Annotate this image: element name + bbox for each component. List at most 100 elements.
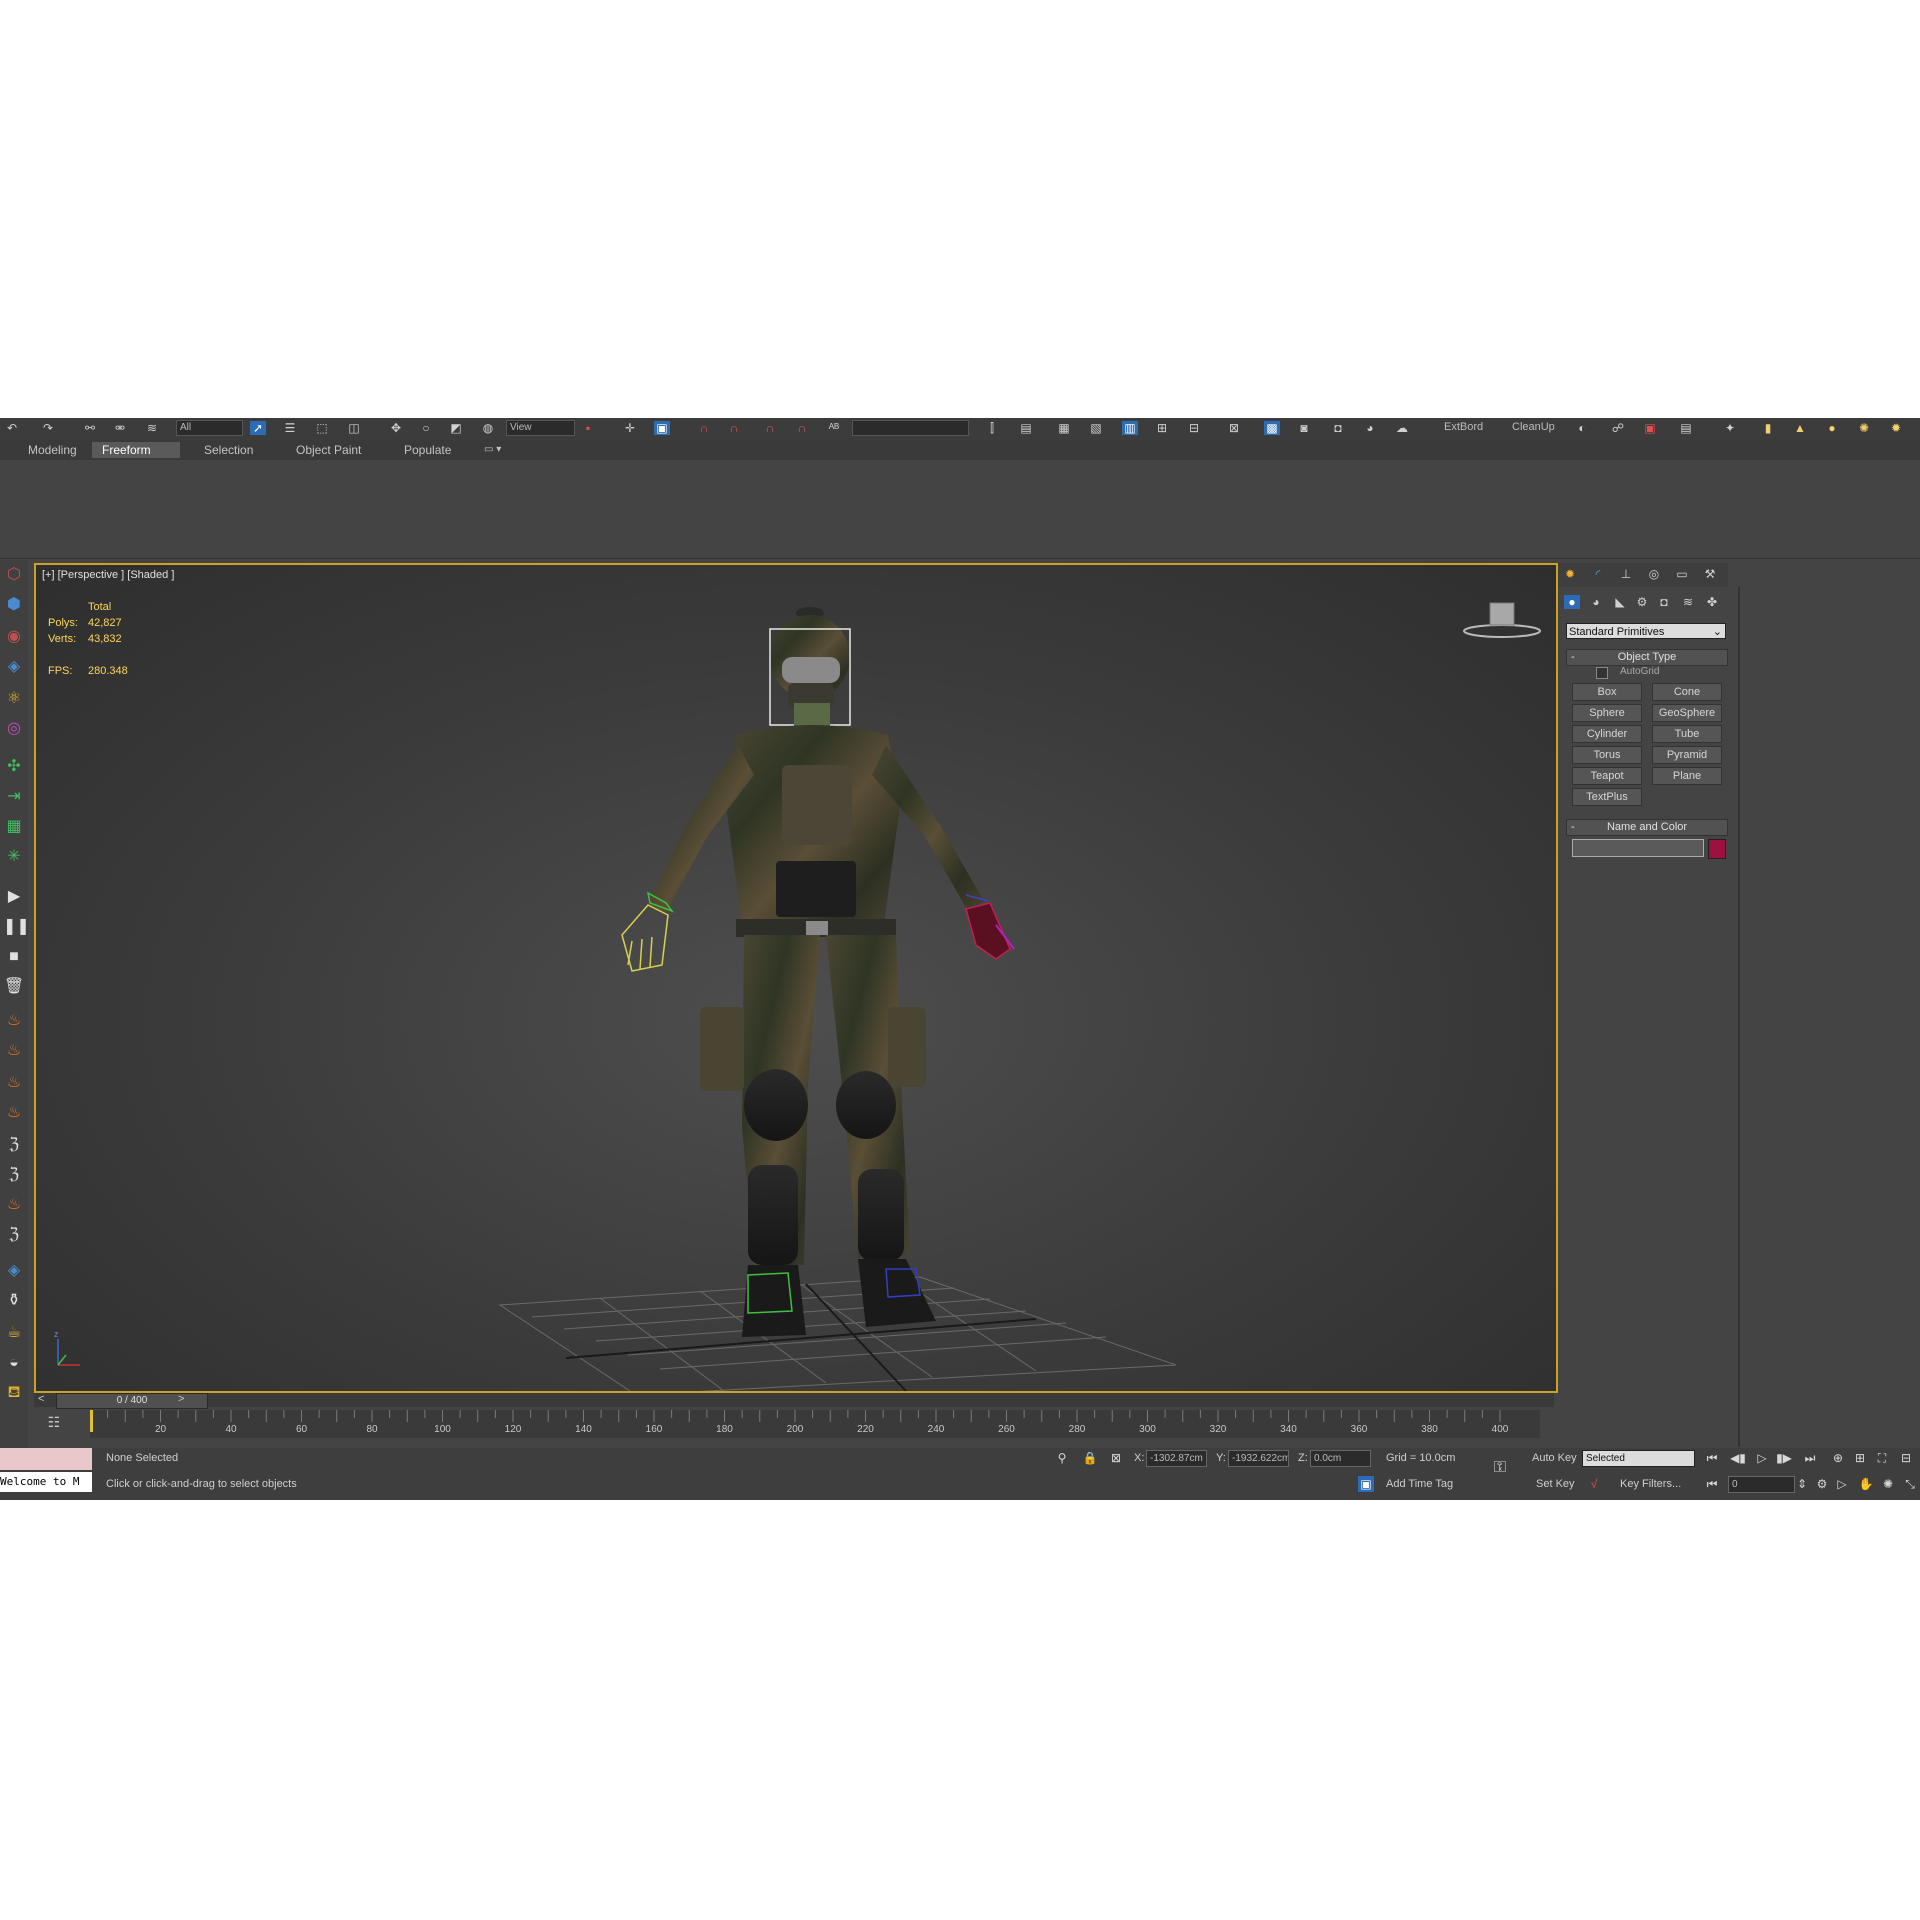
rectangular-selection-icon[interactable]: ⬚ — [314, 421, 330, 435]
maxscript-mini-listener[interactable]: Welcome to M — [0, 1472, 92, 1492]
tube-button[interactable]: Tube — [1652, 725, 1722, 743]
zoom-extents-icon[interactable]: ⛶ — [1874, 1450, 1890, 1466]
object-type-rollout-header[interactable]: - Object Type — [1566, 649, 1728, 666]
create-tab-icon[interactable]: ✹ — [1562, 567, 1578, 581]
select-by-name-icon[interactable]: ☰ — [282, 421, 298, 435]
helpers-icon[interactable]: ◘ — [1656, 595, 1672, 609]
plane-button[interactable]: Plane — [1652, 767, 1722, 785]
z-coord-field[interactable]: 0.0cm — [1310, 1450, 1371, 1467]
layer-explorer-icon[interactable]: ▦ — [1056, 421, 1072, 435]
arrow-right-icon[interactable]: ⇥ — [3, 786, 25, 808]
plugin-b-icon[interactable]: ☍ — [1610, 421, 1626, 435]
cleanup-label[interactable]: CleanUp — [1512, 421, 1555, 433]
teapot-button[interactable]: Teapot — [1572, 767, 1642, 785]
pyramid-button[interactable]: Pyramid — [1652, 746, 1722, 764]
bind-space-warp-icon[interactable]: ≋ — [144, 421, 160, 435]
fire-icon-5[interactable]: ♨ — [3, 1194, 25, 1216]
go-to-start-icon[interactable]: ⏮ — [1704, 1450, 1720, 1466]
ribbon-toggle-icon[interactable]: ▥ — [1122, 421, 1138, 435]
plugin-d-icon[interactable]: ▤ — [1678, 421, 1694, 435]
tab-freeform[interactable]: Freeform — [92, 442, 180, 458]
utilities-tab-icon[interactable]: ⚒ — [1702, 567, 1718, 581]
maxscript-listener-output[interactable] — [0, 1448, 92, 1470]
object-color-swatch[interactable] — [1708, 839, 1726, 859]
fire-icon-4[interactable]: ♨ — [3, 1102, 25, 1124]
zoom-icon[interactable]: ⊕ — [1830, 1450, 1846, 1466]
create-sphere-icon[interactable]: ◉ — [3, 626, 25, 648]
maximize-viewport-icon[interactable]: ⤡ — [1902, 1476, 1918, 1492]
time-configuration-icon[interactable]: ⚙ — [1814, 1476, 1830, 1492]
move-icon[interactable]: ✥ — [388, 421, 404, 435]
trash-icon[interactable]: 🗑 — [3, 976, 25, 998]
current-frame-field[interactable]: 0 — [1728, 1476, 1795, 1493]
geometry-icon[interactable]: ● — [1564, 595, 1580, 609]
key-mode-toggle-icon[interactable]: ⏮ — [1704, 1476, 1720, 1492]
render-production-icon[interactable]: ◘ — [1330, 421, 1346, 435]
plugin-i-icon[interactable]: ✺ — [1856, 421, 1872, 435]
set-key-button[interactable]: Set Key — [1536, 1478, 1575, 1490]
key-mode-dropdown[interactable]: Selected — [1582, 1450, 1695, 1467]
fire-icon-1[interactable]: ♨ — [3, 1010, 25, 1032]
redo-icon[interactable]: ↷ — [40, 421, 56, 435]
spinner-snap-icon[interactable]: ∩ — [794, 421, 810, 435]
selection-lock-icon[interactable]: 🔒 — [1082, 1450, 1098, 1466]
object-name-field[interactable] — [1572, 839, 1704, 857]
current-frame-marker[interactable] — [90, 1410, 93, 1432]
tab-populate[interactable]: Populate — [394, 442, 461, 458]
keyboard-shortcut-override-icon[interactable]: ▣ — [654, 421, 670, 435]
key-filters-button[interactable]: Key Filters... — [1620, 1478, 1681, 1490]
angle-snap-icon[interactable]: ∩ — [726, 421, 742, 435]
window-crossing-icon[interactable]: ◫ — [346, 421, 362, 435]
lights-icon[interactable]: ◣ — [1612, 595, 1628, 609]
add-time-tag[interactable]: Add Time Tag — [1386, 1478, 1453, 1490]
soldier-model[interactable] — [621, 607, 1015, 1337]
plugin-c-icon[interactable]: ▣ — [1642, 421, 1658, 435]
field-of-view-icon[interactable]: ▷ — [1834, 1476, 1850, 1492]
unlink-icon[interactable]: ⚮ — [112, 421, 128, 435]
select-manipulate-icon[interactable]: ✛ — [622, 421, 638, 435]
stop-icon[interactable]: ■ — [3, 946, 25, 968]
snaps-toggle-icon[interactable]: ∩ — [696, 421, 712, 435]
bowl-icon[interactable]: ◒ — [3, 1352, 25, 1374]
plugin-e-icon[interactable]: ✦ — [1722, 421, 1738, 435]
rendered-frame-window-icon[interactable]: ◙ — [1296, 421, 1312, 435]
pause-icon[interactable]: ❚❚ — [3, 916, 30, 938]
modify-tab-icon[interactable]: ◜ — [1590, 567, 1606, 581]
previous-frame-icon[interactable]: ◀▮ — [1730, 1450, 1746, 1466]
box-button[interactable]: Box — [1572, 683, 1642, 701]
key-tangent-icon[interactable]: √ — [1586, 1476, 1602, 1492]
plugin-f-icon[interactable]: ▮ — [1760, 421, 1776, 435]
cup-icon[interactable]: ☕ — [3, 1322, 25, 1344]
timeline-track[interactable]: 20 40 60 80 100 120 140 160 180 200 220 240 260 280 30… — [90, 1410, 1540, 1438]
smoke-icon-1[interactable]: ℨ — [3, 1134, 25, 1156]
curve-editor-icon[interactable]: ⊞ — [1154, 421, 1170, 435]
motion-tab-icon[interactable]: ◎ — [1646, 567, 1662, 581]
plugin-g-icon[interactable]: ▲ — [1792, 421, 1808, 435]
frame-spinner-icon[interactable]: ⇕ — [1794, 1476, 1810, 1492]
time-slider-thumb[interactable]: 0 / 400 — [56, 1393, 208, 1409]
absolute-mode-icon[interactable]: ⊠ — [1108, 1450, 1124, 1466]
liquid-icon[interactable]: ◈ — [3, 1260, 25, 1282]
ribbon-options-icon[interactable]: ▭ ▾ — [474, 442, 511, 458]
cylinder-button[interactable]: Cylinder — [1572, 725, 1642, 743]
reference-coordinate-dropdown[interactable]: View — [506, 420, 575, 436]
select-object-icon[interactable]: ➚ — [250, 421, 266, 435]
torus-button[interactable]: Torus — [1572, 746, 1642, 764]
name-and-color-rollout-header[interactable]: - Name and Color — [1566, 819, 1728, 836]
edit-named-selection-icon[interactable]: ᴬᴮ — [826, 421, 842, 435]
tab-modeling[interactable]: Modeling — [18, 442, 87, 458]
auto-key-button[interactable]: Auto Key — [1532, 1452, 1577, 1464]
align-icon[interactable]: ▤ — [1018, 421, 1034, 435]
bottle-icon[interactable]: ⚱ — [3, 1290, 25, 1312]
donut-icon[interactable]: ◎ — [3, 718, 25, 740]
space-warps-icon[interactable]: ≋ — [1680, 595, 1696, 609]
cone-button[interactable]: Cone — [1652, 683, 1722, 701]
y-coord-field[interactable]: -1932.622cm — [1228, 1450, 1289, 1467]
atom-icon[interactable]: ⚛ — [3, 688, 25, 710]
perspective-viewport[interactable]: [+] [Perspective ] [Shaded ] Total Polys… — [34, 563, 1558, 1393]
pan-view-icon[interactable]: ✋ — [1858, 1476, 1874, 1492]
time-slider-next[interactable]: > — [178, 1393, 184, 1405]
autogrid-checkbox[interactable] — [1596, 667, 1608, 679]
go-to-end-icon[interactable]: ⏭ — [1802, 1450, 1818, 1466]
named-selection-sets-dropdown[interactable] — [852, 420, 969, 436]
